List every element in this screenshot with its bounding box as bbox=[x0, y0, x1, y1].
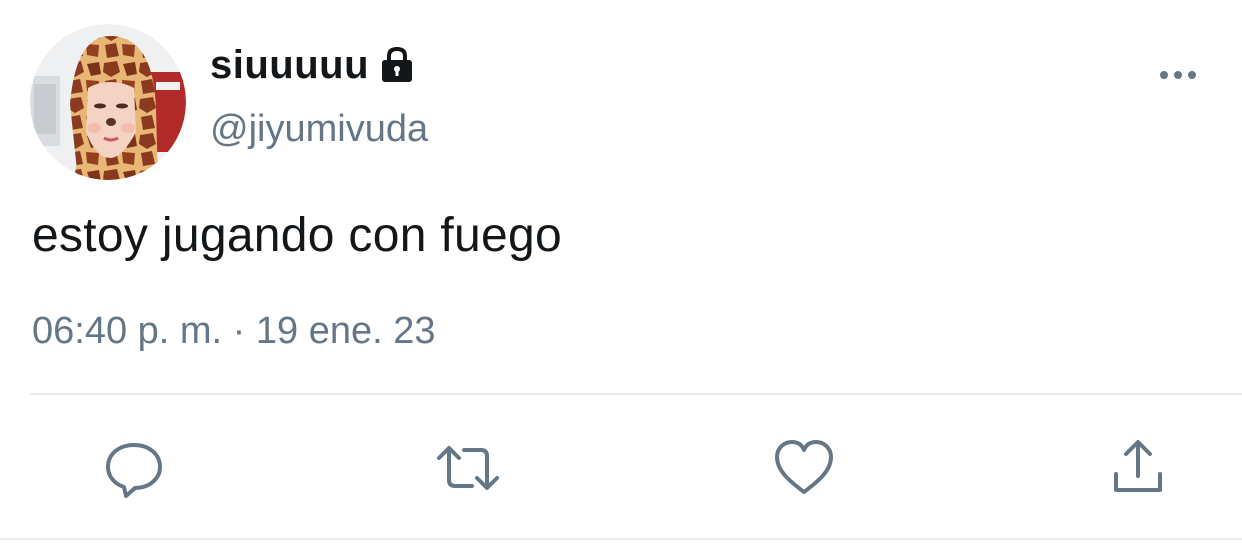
share-button[interactable] bbox=[1106, 436, 1170, 500]
share-icon bbox=[1106, 436, 1170, 500]
tweet-timestamp[interactable]: 06:40 p. m. · 19 ene. 23 bbox=[32, 310, 436, 353]
display-name[interactable]: siuuuuu bbox=[210, 43, 369, 88]
divider bbox=[30, 393, 1242, 395]
tweet-detail: siuuuuu @jiyumivuda estoy jugando con fu… bbox=[0, 0, 1242, 558]
bottom-divider bbox=[0, 538, 1242, 540]
more-options-icon[interactable] bbox=[1156, 60, 1200, 90]
heart-icon bbox=[772, 436, 836, 500]
reply-button[interactable] bbox=[102, 436, 166, 500]
display-name-row: siuuuuu bbox=[210, 40, 417, 90]
like-button[interactable] bbox=[772, 436, 836, 500]
retweet-icon bbox=[436, 436, 500, 500]
tweet-text: estoy jugando con fuego bbox=[32, 209, 562, 262]
lock-icon bbox=[377, 45, 417, 85]
reply-icon bbox=[102, 436, 166, 500]
retweet-button[interactable] bbox=[436, 436, 500, 500]
avatar[interactable] bbox=[30, 24, 186, 180]
user-handle[interactable]: @jiyumivuda bbox=[210, 108, 428, 151]
